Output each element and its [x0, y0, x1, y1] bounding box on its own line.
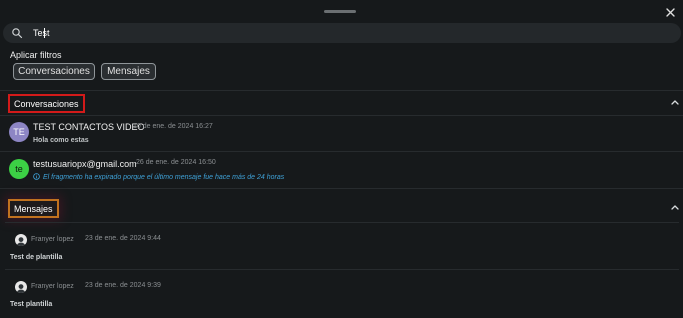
message-user: Franyer lopez [31, 283, 74, 290]
message-date: 23 de ene. de 2024 9:39 [85, 282, 161, 289]
chevron-up-icon[interactable] [670, 203, 680, 211]
avatar: te [9, 159, 29, 179]
messages-section-title: Mensajes [8, 199, 59, 218]
close-icon [666, 8, 675, 17]
conversations-section-title: Conversaciones [8, 94, 85, 113]
conversation-name: testusuariopx@gmail.com [33, 159, 137, 169]
avatar: TE [9, 122, 29, 142]
conversation-item[interactable]: te testusuariopx@gmail.com 26 de ene. de… [0, 152, 683, 188]
message-text: Test de plantilla [10, 254, 63, 261]
close-button[interactable] [664, 4, 678, 20]
info-icon [33, 173, 40, 180]
search-icon [12, 28, 23, 39]
conversation-item[interactable]: TE TEST CONTACTOS VIDEO 10 de ene. de 20… [0, 116, 683, 152]
conversation-date: 10 de ene. de 2024 16:27 [133, 123, 213, 130]
conversations-section-header[interactable]: Conversaciones [0, 91, 683, 115]
search-bar[interactable] [3, 23, 681, 43]
search-input[interactable] [29, 25, 629, 41]
chevron-up-icon[interactable] [670, 98, 680, 106]
conversation-preview: Hola como estas [33, 137, 89, 144]
divider [0, 188, 683, 189]
expired-notice: El fragmento ha expirado porque el últim… [33, 173, 284, 181]
user-avatar [15, 281, 27, 293]
message-user: Franyer lopez [31, 236, 74, 243]
conversation-date: 26 de ene. de 2024 16:50 [136, 159, 216, 166]
filter-chip-conversations[interactable]: Conversaciones [13, 63, 95, 80]
message-item[interactable]: Franyer lopez 23 de ene. de 2024 9:39 Te… [5, 269, 679, 310]
message-text: Test plantilla [10, 301, 53, 308]
user-avatar [15, 234, 27, 246]
filters-title: Aplicar filtros [10, 50, 62, 60]
messages-section-header[interactable]: Mensajes [0, 196, 683, 220]
drag-handle[interactable] [324, 10, 356, 13]
message-item[interactable]: Franyer lopez 23 de ene. de 2024 9:44 Te… [5, 222, 679, 263]
message-date: 23 de ene. de 2024 9:44 [85, 235, 161, 242]
text-caret [44, 28, 45, 38]
filter-chip-messages[interactable]: Mensajes [101, 63, 156, 80]
expired-notice-text: El fragmento ha expirado porque el últim… [43, 174, 285, 181]
conversation-name: TEST CONTACTOS VIDEO [33, 122, 145, 132]
